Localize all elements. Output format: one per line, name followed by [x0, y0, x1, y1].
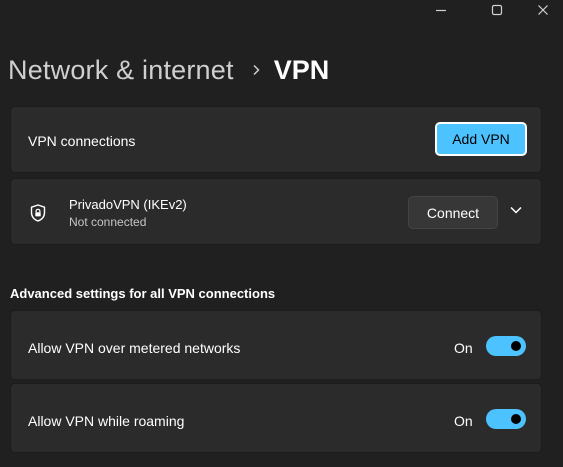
close-button[interactable]	[520, 0, 563, 20]
close-icon	[538, 5, 548, 15]
setting-row-roaming: Allow VPN while roaming On	[10, 383, 542, 453]
page-title: VPN	[273, 54, 330, 85]
toggle-metered[interactable]	[486, 336, 526, 356]
setting-label-metered: Allow VPN over metered networks	[28, 340, 241, 356]
vpn-connection-item[interactable]: PrivadoVPN (IKEv2) Not connected Connect	[10, 178, 542, 245]
toggle-knob	[511, 341, 521, 351]
chevron-right-icon	[252, 64, 260, 76]
toggle-roaming[interactable]	[486, 409, 526, 429]
setting-row-metered: Allow VPN over metered networks On	[10, 310, 542, 380]
vpn-connection-name: PrivadoVPN (IKEv2)	[69, 197, 187, 212]
connect-button[interactable]: Connect	[408, 196, 498, 229]
toggle-state-metered: On	[454, 340, 473, 356]
minimize-button[interactable]	[418, 0, 464, 20]
vpn-connections-card: VPN connections Add VPN	[10, 106, 542, 173]
maximize-icon	[491, 4, 503, 16]
vpn-connection-status: Not connected	[69, 215, 147, 229]
vpn-connections-label: VPN connections	[28, 133, 136, 149]
minimize-icon	[436, 9, 446, 12]
breadcrumb: Network & internet VPN	[8, 50, 329, 90]
add-vpn-button[interactable]: Add VPN	[435, 122, 527, 156]
toggle-knob	[511, 414, 521, 424]
chevron-down-icon[interactable]	[509, 205, 523, 215]
setting-label-roaming: Allow VPN while roaming	[28, 413, 185, 429]
breadcrumb-parent-link[interactable]: Network & internet	[8, 55, 234, 86]
advanced-settings-heading: Advanced settings for all VPN connection…	[10, 286, 276, 301]
toggle-state-roaming: On	[454, 413, 473, 429]
maximize-button[interactable]	[474, 0, 520, 20]
shield-icon	[30, 204, 46, 222]
